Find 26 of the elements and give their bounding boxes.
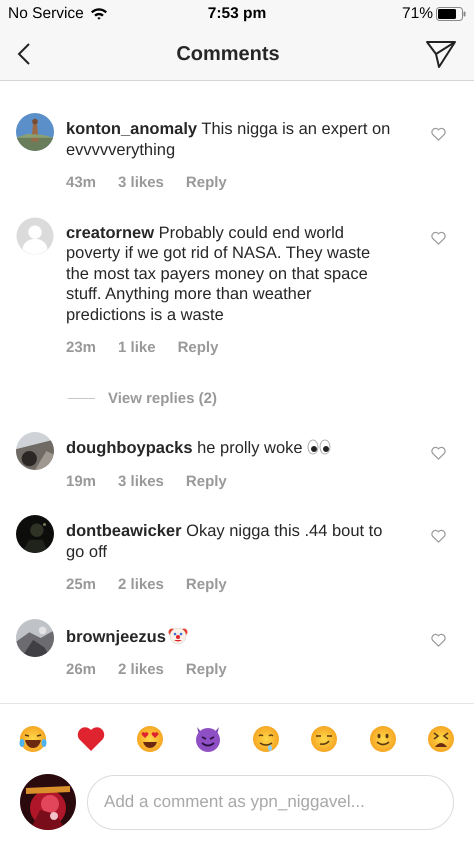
reply-link[interactable]: Reply: [186, 574, 227, 596]
comment-text: dontbeawicker Okay nigga this .44 bout to go off: [66, 521, 384, 562]
reply-link[interactable]: Reply: [186, 470, 227, 493]
comment-input[interactable]: Add a comment as ypn_niggavel...: [87, 774, 454, 830]
reply-link[interactable]: Reply: [186, 659, 227, 682]
reply-link[interactable]: Reply: [178, 337, 218, 360]
reply-link[interactable]: Reply: [186, 172, 227, 194]
comment-text: creatornew Probably could end world poverty if we got rid of NASA. They waste the most tax payers money on that space stuff. Anything more than weather predictions is a waste: [66, 222, 372, 325]
likes-link[interactable]: 1 like: [118, 337, 156, 360]
timestamp: 26m: [66, 660, 96, 680]
page-title: Comments: [176, 42, 280, 66]
likes-link[interactable]: 3 likes: [118, 172, 164, 194]
carrier-text: No Service: [8, 4, 84, 24]
clock-text: 7:53 pm: [208, 4, 266, 24]
timestamp: 19m: [66, 472, 96, 492]
timestamp: 25m: [66, 575, 96, 595]
likes-link[interactable]: 2 likes: [118, 574, 164, 596]
timestamp: 43m: [66, 173, 96, 193]
likes-link[interactable]: 2 likes: [118, 659, 164, 682]
comment-text: doughboypacks he prolly woke: [66, 438, 391, 458]
timestamp: 23m: [66, 338, 96, 358]
comment-text: konton_anomaly This nigga is an expert on evvvvverything: [66, 119, 391, 160]
battery-text: 71%: [402, 4, 433, 24]
comment-text: brownjeezus: [66, 624, 391, 647]
view-replies-link[interactable]: View replies (2): [108, 388, 217, 410]
likes-link[interactable]: 3 likes: [118, 470, 164, 493]
